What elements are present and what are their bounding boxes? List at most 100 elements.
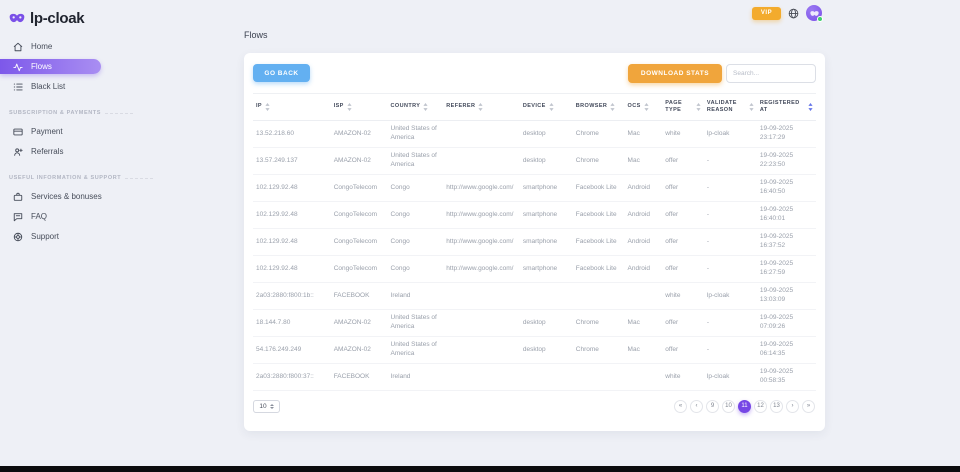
- cell-registered_at: 19-09-202506:14:35: [757, 337, 816, 364]
- cell-browser: [573, 283, 625, 310]
- cell-country: United States of America: [388, 310, 444, 337]
- brand-logo[interactable]: lp-cloak: [0, 7, 232, 29]
- table-row: 13.52.218.60AMAZON-02United States of Am…: [253, 121, 816, 148]
- cell-page_type: offer: [662, 148, 704, 175]
- cell-ocs: Mac: [625, 337, 663, 364]
- sidebar-item-label: FAQ: [31, 212, 47, 221]
- sidebar-item-label: Flows: [31, 62, 52, 71]
- cell-registered_at: 19-09-202522:23:50: [757, 148, 816, 175]
- page-size-select[interactable]: 10: [253, 400, 280, 413]
- sidebar-nav: Home Flows Black List: [0, 39, 232, 94]
- sort-icon: [549, 103, 554, 111]
- cell-referer: [443, 337, 520, 364]
- column-header-isp[interactable]: ISP: [331, 94, 388, 121]
- sidebar-item-home[interactable]: Home: [0, 39, 232, 54]
- sort-icon: [478, 103, 483, 111]
- cell-page_type: offer: [662, 202, 704, 229]
- sort-icon: [265, 103, 270, 111]
- cell-page_type: white: [662, 283, 704, 310]
- cell-ip: 13.52.218.60: [253, 121, 331, 148]
- cell-ocs: Android: [625, 229, 663, 256]
- column-header-validate_reason[interactable]: VALIDATE REASON: [704, 94, 757, 121]
- sort-icon: [347, 103, 352, 111]
- flows-icon: [13, 62, 23, 72]
- first-page-button[interactable]: «: [674, 400, 687, 413]
- cell-validate_reason: lp-cloak: [704, 283, 757, 310]
- column-header-page_type[interactable]: PAGE TYPE: [662, 94, 704, 121]
- page-10-button[interactable]: 10: [722, 400, 735, 413]
- page-9-button[interactable]: 9: [706, 400, 719, 413]
- page-11-button[interactable]: 11: [738, 400, 751, 413]
- cell-validate_reason: -: [704, 202, 757, 229]
- table-row: 102.129.92.48CongoTelecomCongohttp://www…: [253, 175, 816, 202]
- cell-registered_at: 19-09-202523:17:29: [757, 121, 816, 148]
- cell-referer: http://www.google.com/: [443, 202, 520, 229]
- sidebar-item-black-list[interactable]: Black List: [0, 79, 232, 94]
- cell-ocs: Mac: [625, 121, 663, 148]
- cell-validate_reason: -: [704, 310, 757, 337]
- sidebar-item-payment[interactable]: Payment: [0, 124, 232, 139]
- download-stats-button[interactable]: DOWNLOAD STATS: [628, 64, 722, 83]
- cell-browser: Chrome: [573, 337, 625, 364]
- cell-ip: 2a03:2880:f800:1b::: [253, 283, 331, 310]
- cell-referer: http://www.google.com/: [443, 175, 520, 202]
- cell-browser: [573, 364, 625, 391]
- cell-validate_reason: -: [704, 175, 757, 202]
- column-header-country[interactable]: COUNTRY: [388, 94, 444, 121]
- cell-validate_reason: lp-cloak: [704, 121, 757, 148]
- page-12-button[interactable]: 12: [754, 400, 767, 413]
- sidebar-item-label: Black List: [31, 82, 65, 91]
- column-header-browser[interactable]: BROWSER: [573, 94, 625, 121]
- table-row: 2a03:2880:f800:37::FACEBOOKIrelandwhitel…: [253, 364, 816, 391]
- table-row: 2a03:2880:f800:1b::FACEBOOKIrelandwhitel…: [253, 283, 816, 310]
- cell-registered_at: 19-09-202516:27:59: [757, 256, 816, 283]
- sidebar-item-faq[interactable]: FAQ: [0, 209, 232, 224]
- cell-device: desktop: [520, 337, 573, 364]
- sidebar-item-flows[interactable]: Flows: [0, 59, 101, 74]
- cell-isp: CongoTelecom: [331, 256, 388, 283]
- cell-country: Congo: [388, 256, 444, 283]
- page-13-button[interactable]: 13: [770, 400, 783, 413]
- go-back-button[interactable]: GO BACK: [253, 64, 310, 82]
- cell-ocs: Mac: [625, 148, 663, 175]
- table-body: 13.52.218.60 AMAZON-02United States of Am…: [253, 121, 816, 391]
- table-row: 102.129.92.48CongoTelecomCongohttp://www…: [253, 256, 816, 283]
- column-header-ip[interactable]: IP: [253, 94, 331, 121]
- page-title: Flows: [244, 30, 825, 40]
- sidebar-item-support[interactable]: Support: [0, 229, 232, 244]
- cell-country: Congo: [388, 229, 444, 256]
- cell-ocs: Android: [625, 175, 663, 202]
- sidebar-item-label: Payment: [31, 127, 63, 136]
- prev-page-button[interactable]: ‹: [690, 400, 703, 413]
- sort-icon: [644, 103, 649, 111]
- cell-device: smartphone: [520, 175, 573, 202]
- support-icon: [13, 232, 23, 242]
- table-row: 54.176.249.249AMAZON-02United States of …: [253, 337, 816, 364]
- flows-table: IPISPCOUNTRYREFERERDEVICEBROWSEROCSPAGE …: [253, 93, 816, 391]
- cell-validate_reason: lp-cloak: [704, 364, 757, 391]
- column-header-ocs[interactable]: OCS: [625, 94, 663, 121]
- cell-registered_at: 19-09-202516:40:01: [757, 202, 816, 229]
- cell-ocs: Mac: [625, 310, 663, 337]
- cell-page_type: offer: [662, 337, 704, 364]
- cell-isp: AMAZON-02: [331, 337, 388, 364]
- table-row: 102.129.92.48CongoTelecomCongohttp://www…: [253, 202, 816, 229]
- sidebar-item-referrals[interactable]: Referrals: [0, 144, 232, 159]
- search-input[interactable]: [726, 64, 816, 83]
- cell-browser: Facebook Lite: [573, 202, 625, 229]
- cell-device: smartphone: [520, 256, 573, 283]
- cell-validate_reason: -: [704, 148, 757, 175]
- next-page-button[interactable]: ›: [786, 400, 799, 413]
- table-row: 18.144.7.80AMAZON-02United States of Ame…: [253, 310, 816, 337]
- last-page-button[interactable]: »: [802, 400, 815, 413]
- cell-registered_at: 19-09-202513:03:09: [757, 283, 816, 310]
- column-header-referer[interactable]: REFERER: [443, 94, 520, 121]
- column-header-registered_at[interactable]: REGISTERED AT: [757, 94, 816, 121]
- cell-country: Ireland: [388, 283, 444, 310]
- column-header-device[interactable]: DEVICE: [520, 94, 573, 121]
- faq-icon: [13, 212, 23, 222]
- cell-page_type: offer: [662, 229, 704, 256]
- sidebar-item-label: Support: [31, 232, 59, 241]
- sidebar-item-services[interactable]: Services & bonuses: [0, 189, 232, 204]
- sidebar-item-label: Services & bonuses: [31, 192, 102, 201]
